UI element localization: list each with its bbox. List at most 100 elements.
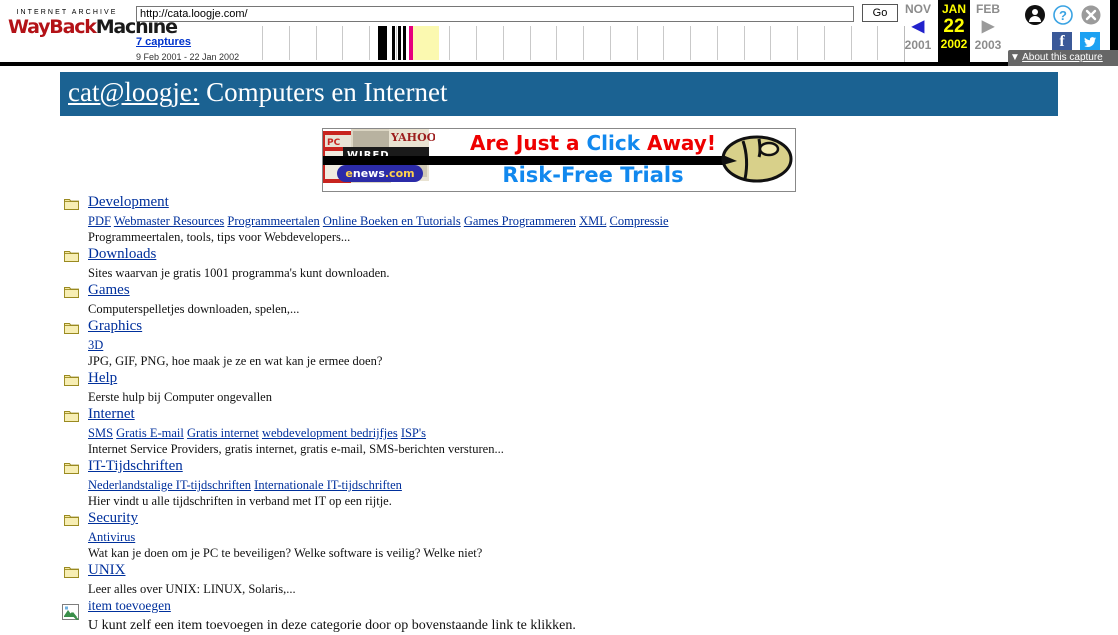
subcategory-links: SMS Gratis E-mail Gratis internet webdev… [60, 425, 1060, 441]
category-link[interactable]: Graphics [88, 318, 142, 335]
page-title-rest: Computers en Internet [206, 77, 448, 107]
advertisement-banner[interactable]: PC YAHOO WIRED enews.com Are Just a Clic… [322, 128, 796, 192]
subcategory-link[interactable]: Nederlandstalige IT-tijdschriften [88, 478, 251, 492]
subcategory-link[interactable]: webdevelopment bedrijfjes [262, 426, 398, 440]
category-block: Development PDF Webmaster Resources Progr… [60, 194, 1060, 246]
category-description: Internet Service Providers, gratis inter… [88, 442, 504, 456]
category-description: Computerspelletjes downloaden, spelen,..… [88, 302, 300, 316]
timeline-capture-bar[interactable] [403, 26, 406, 60]
category-description: Sites waarvan je gratis 1001 programma's… [88, 266, 390, 280]
subcategory-link[interactable]: XML [579, 214, 606, 228]
url-input[interactable] [136, 6, 854, 22]
svg-text:YAHOO: YAHOO [390, 131, 435, 144]
category-link[interactable]: UNIX [88, 562, 126, 579]
capture-timeline[interactable] [262, 26, 905, 62]
prev-month-nav[interactable]: NOV ◀ 2001 [902, 2, 934, 52]
category-link[interactable]: Development [88, 194, 169, 211]
timeline-tick [316, 26, 317, 60]
timeline-capture-bar[interactable] [378, 26, 387, 60]
folder-icon [64, 513, 79, 526]
category-block: IT-Tijdschriften Nederlandstalige IT-tijd… [60, 458, 1060, 510]
about-this-capture-label: About this capture [1022, 52, 1103, 63]
help-icon[interactable]: ? [1052, 4, 1074, 26]
category-link[interactable]: IT-Tijdschriften [88, 458, 183, 475]
folder-icon [64, 249, 79, 262]
about-this-capture-button[interactable]: ▼ About this capture [1008, 50, 1118, 66]
timeline-tick [824, 26, 825, 60]
folder-icon [64, 285, 79, 298]
folder-icon [64, 373, 79, 386]
timeline-tick [583, 26, 584, 60]
go-button[interactable]: Go [862, 4, 898, 22]
enews-e: e [345, 167, 353, 180]
svg-text:PC: PC [327, 138, 341, 148]
archived-page: cat@loogje: Computers en Internet PC YAH… [0, 66, 1118, 633]
folder-icon [64, 321, 79, 334]
wayback-machine-logo[interactable]: INTERNET ARCHIVE WayBackMachine [8, 4, 178, 46]
category-description: JPG, GIF, PNG, hoe maak je ze en wat kan… [88, 354, 383, 368]
category-link[interactable]: Security [88, 510, 138, 527]
category-header: Help [60, 370, 1060, 389]
add-item-link[interactable]: item toevoegen [88, 598, 171, 614]
subcategory-link[interactable]: Internationale IT-tijdschriften [254, 478, 402, 492]
timeline-tick [690, 26, 691, 60]
ad-headline-2: Risk-Free Trials [502, 163, 684, 187]
broken-image-icon [62, 604, 79, 621]
category-link[interactable]: Games [88, 282, 130, 299]
twitter-icon[interactable] [1080, 32, 1100, 52]
timeline-tick [503, 26, 504, 60]
subcategory-links: Nederlandstalige IT-tijdschriften Intern… [60, 477, 1060, 493]
timeline-selected-highlight[interactable] [413, 26, 439, 60]
subcategory-links: 3D [60, 337, 1060, 353]
category-block: Graphics 3D JPG, GIF, PNG, hoe maak je ze … [60, 318, 1060, 370]
subcategory-link[interactable]: Games Programmeren [464, 214, 576, 228]
timeline-tick [262, 26, 263, 60]
subcategory-link[interactable]: Gratis E-mail [116, 426, 184, 440]
captures-count-link[interactable]: 7 captures [136, 36, 191, 48]
subcategory-link[interactable]: PDF [88, 214, 111, 228]
timeline-tick [476, 26, 477, 60]
next-arrow-icon[interactable]: ▶ [972, 16, 1004, 38]
category-link[interactable]: Help [88, 370, 117, 387]
site-home-link[interactable]: cat@loogje: [68, 77, 199, 107]
subcategory-link[interactable]: SMS [88, 426, 113, 440]
ad-headline-1-click: Click [586, 131, 640, 155]
user-account-icon[interactable] [1024, 4, 1046, 26]
timeline-tick [851, 26, 852, 60]
timeline-capture-bar[interactable] [409, 26, 413, 60]
subcategory-link[interactable]: ISP's [401, 426, 426, 440]
close-icon[interactable] [1080, 4, 1102, 26]
subcategory-link[interactable]: Programmeertalen [227, 214, 319, 228]
svg-text:?: ? [1059, 8, 1067, 23]
add-item-header: item toevoegen [60, 598, 1060, 621]
timeline-tick [610, 26, 611, 60]
timeline-tick [770, 26, 771, 60]
prev-month-year: 2001 [904, 38, 932, 52]
category-description: Eerste hulp bij Computer ongevallen [88, 390, 272, 404]
timeline-capture-bar[interactable] [392, 26, 395, 60]
chevron-down-icon: ▼ [1010, 52, 1020, 63]
subcategory-link[interactable]: Antivirus [88, 530, 135, 544]
subcategory-link[interactable]: Webmaster Resources [114, 214, 224, 228]
add-item-block: item toevoegen U kunt zelf een item toevo… [60, 598, 1060, 635]
timeline-capture-bar[interactable] [398, 26, 401, 60]
timeline-tick [717, 26, 718, 60]
subcategory-link[interactable]: 3D [88, 338, 103, 352]
timeline-tick [797, 26, 798, 60]
timeline-tick [369, 26, 370, 60]
category-link[interactable]: Internet [88, 406, 135, 423]
wayback-toolbar-inner: INTERNET ARCHIVE WayBackMachine Go 7 cap… [0, 0, 1118, 66]
prev-arrow-icon[interactable]: ◀ [902, 16, 934, 38]
wayback-toolbar: INTERNET ARCHIVE WayBackMachine Go 7 cap… [0, 0, 1118, 66]
subcategory-link[interactable]: Gratis internet [187, 426, 259, 440]
category-link[interactable]: Downloads [88, 246, 156, 263]
page-title: cat@loogje: Computers en Internet [68, 77, 448, 108]
capture-date-range: 9 Feb 2001 - 22 Jan 2002 [136, 52, 240, 62]
folder-icon [64, 409, 79, 422]
subcategory-link[interactable]: Online Boeken en Tutorials [323, 214, 461, 228]
facebook-icon[interactable]: f [1052, 32, 1072, 52]
next-month-nav[interactable]: FEB ▶ 2003 [972, 2, 1004, 52]
subcategory-link[interactable]: Compressie [610, 214, 669, 228]
category-block: UNIX Leer alles over UNIX: LINUX, Solaris… [60, 562, 1060, 598]
category-block: Security Antivirus Wat kan je doen om je P… [60, 510, 1060, 562]
